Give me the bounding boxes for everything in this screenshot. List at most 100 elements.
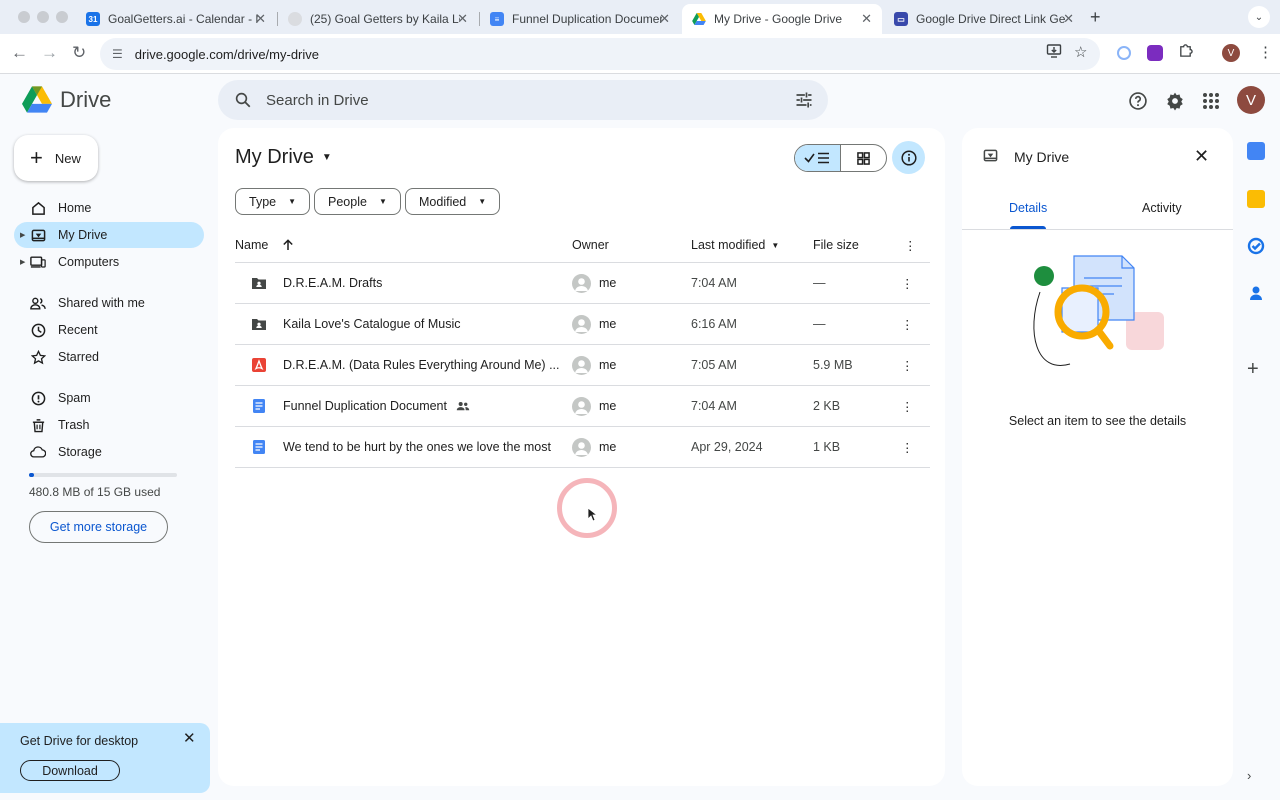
file-name[interactable]: We tend to be hurt by the ones we love t… [283, 427, 551, 467]
search-options-icon[interactable] [794, 90, 814, 110]
file-owner: me [599, 276, 617, 290]
browser-tab[interactable]: ▭ Google Drive Direct Link Gen ✕ [884, 4, 1084, 34]
extension-icon[interactable] [1117, 46, 1131, 60]
table-row[interactable]: D.R.E.A.M. Drafts me 7:04 AM — ⋮ [235, 263, 930, 304]
drive-logo[interactable]: Drive [22, 86, 111, 113]
sidebar-item-trash[interactable]: Trash [14, 412, 204, 438]
close-icon[interactable]: ✕ [659, 11, 670, 27]
search-input[interactable]: Search in Drive [266, 92, 369, 109]
reload-icon[interactable]: ↻ [72, 43, 86, 63]
sidebar-item-shared[interactable]: Shared with me [14, 290, 204, 316]
tasks-app-icon[interactable] [1247, 237, 1265, 255]
keep-app-icon[interactable] [1247, 190, 1265, 208]
new-button[interactable]: + New [14, 135, 98, 181]
grid-icon [856, 151, 870, 165]
table-row[interactable]: D.R.E.A.M. (Data Rules Everything Around… [235, 345, 930, 386]
url-text[interactable]: drive.google.com/drive/my-drive [135, 47, 319, 62]
sidebar-item-label: Recent [58, 323, 98, 337]
window-close-dot[interactable] [18, 11, 30, 23]
browser-tab-active[interactable]: My Drive - Google Drive ✕ [682, 4, 882, 34]
browser-menu-icon[interactable]: ⋮ [1258, 43, 1273, 61]
expand-caret-icon[interactable]: ▶ [20, 258, 25, 266]
tab-activity[interactable]: Activity [1142, 201, 1182, 215]
column-header-name[interactable]: Name [235, 238, 294, 252]
page-title[interactable]: My Drive ▼ [235, 146, 332, 169]
column-header-last-modified[interactable]: Last modified ▼ [691, 238, 779, 252]
filter-chip-modified[interactable]: Modified ▼ [405, 188, 501, 215]
apps-grid-icon[interactable] [1200, 90, 1222, 112]
expand-caret-icon[interactable]: ▶ [20, 231, 25, 239]
sidebar-item-my-drive[interactable]: ▶ My Drive [14, 222, 204, 248]
close-icon[interactable]: ✕ [183, 729, 196, 747]
sidebar-item-label: My Drive [58, 228, 108, 242]
more-columns-icon[interactable]: ⋮ [904, 238, 917, 253]
more-actions-icon[interactable]: ⋮ [901, 427, 914, 467]
drive-logo-icon [22, 86, 52, 113]
close-icon[interactable]: ✕ [457, 11, 468, 27]
mouse-cursor-icon [587, 507, 597, 522]
grid-view-button[interactable] [841, 145, 887, 171]
install-app-icon[interactable] [1046, 43, 1062, 63]
close-icon[interactable]: ✕ [1063, 11, 1074, 27]
tab-search-button[interactable]: ⌄ [1248, 6, 1270, 28]
calendar-favicon-icon: 31 [86, 12, 100, 26]
account-avatar[interactable]: V [1237, 86, 1265, 114]
table-row[interactable]: Kaila Love's Catalogue of Music me 6:16 … [235, 304, 930, 345]
sidebar-item-home[interactable]: Home [14, 195, 204, 221]
list-view-button[interactable] [795, 145, 841, 171]
chevron-right-icon[interactable]: › [1247, 768, 1265, 786]
file-name[interactable]: Funnel Duplication Document [283, 386, 470, 426]
more-actions-icon[interactable]: ⋮ [901, 263, 914, 303]
sidebar-item-storage[interactable]: Storage [14, 439, 204, 465]
file-size: — [813, 276, 826, 290]
file-name[interactable]: Kaila Love's Catalogue of Music [283, 304, 460, 344]
table-row[interactable]: Funnel Duplication Document me 7:04 AM 2… [235, 386, 930, 427]
tab-details[interactable]: Details [1009, 201, 1047, 215]
browser-profile-avatar[interactable]: V [1222, 44, 1240, 62]
window-zoom-dot[interactable] [56, 11, 68, 23]
site-info-icon[interactable]: ☰ [112, 47, 123, 61]
back-arrow-icon[interactable]: ← [11, 43, 28, 63]
extension-icon[interactable] [1147, 45, 1163, 61]
extensions-puzzle-icon[interactable] [1178, 43, 1193, 62]
more-actions-icon[interactable]: ⋮ [901, 386, 914, 426]
bookmark-star-icon[interactable]: ☆ [1074, 43, 1087, 61]
browser-tab[interactable]: (25) Goal Getters by Kaila Lo ✕ [278, 4, 478, 34]
filter-chip-type[interactable]: Type ▼ [235, 188, 311, 215]
search-icon[interactable] [234, 91, 252, 109]
help-icon[interactable] [1127, 90, 1149, 112]
sidebar-item-starred[interactable]: Starred [14, 344, 204, 370]
filter-chip-people[interactable]: People ▼ [314, 188, 401, 215]
forward-arrow-icon[interactable]: → [41, 43, 58, 63]
sidebar-item-computers[interactable]: ▶ Computers [14, 249, 204, 275]
address-bar[interactable]: ☰ drive.google.com/drive/my-drive [100, 38, 1100, 70]
contacts-app-icon[interactable] [1247, 284, 1265, 302]
get-addons-plus-icon[interactable]: + [1247, 359, 1265, 379]
file-name[interactable]: D.R.E.A.M. Drafts [283, 263, 382, 303]
sort-up-arrow-icon[interactable] [282, 239, 294, 251]
column-header-owner[interactable]: Owner [572, 238, 609, 252]
sidebar-item-spam[interactable]: Spam [14, 385, 204, 411]
file-owner: me [599, 358, 617, 372]
browser-tab[interactable]: 31 GoalGetters.ai - Calendar - M ✕ [76, 4, 276, 34]
close-icon[interactable]: ✕ [1194, 146, 1209, 167]
browser-tab[interactable]: ≡ Funnel Duplication Document ✕ [480, 4, 680, 34]
table-row[interactable]: We tend to be hurt by the ones we love t… [235, 427, 930, 468]
more-actions-icon[interactable]: ⋮ [901, 304, 914, 344]
file-name[interactable]: D.R.E.A.M. (Data Rules Everything Around… [283, 345, 560, 385]
column-header-file-size[interactable]: File size [813, 238, 859, 252]
get-more-storage-button[interactable]: Get more storage [29, 511, 168, 543]
download-button[interactable]: Download [20, 760, 120, 781]
site-favicon-icon [288, 12, 302, 26]
more-actions-icon[interactable]: ⋮ [901, 345, 914, 385]
new-tab-button[interactable]: + [1090, 7, 1101, 28]
view-details-button[interactable] [892, 141, 925, 174]
close-icon[interactable]: ✕ [255, 11, 266, 27]
window-minimize-dot[interactable] [37, 11, 49, 23]
settings-gear-icon[interactable] [1164, 90, 1186, 112]
file-size: 5.9 MB [813, 358, 853, 372]
search-bar[interactable]: Search in Drive [218, 80, 828, 120]
calendar-app-icon[interactable] [1247, 142, 1265, 160]
close-icon[interactable]: ✕ [861, 11, 872, 27]
sidebar-item-recent[interactable]: Recent [14, 317, 204, 343]
